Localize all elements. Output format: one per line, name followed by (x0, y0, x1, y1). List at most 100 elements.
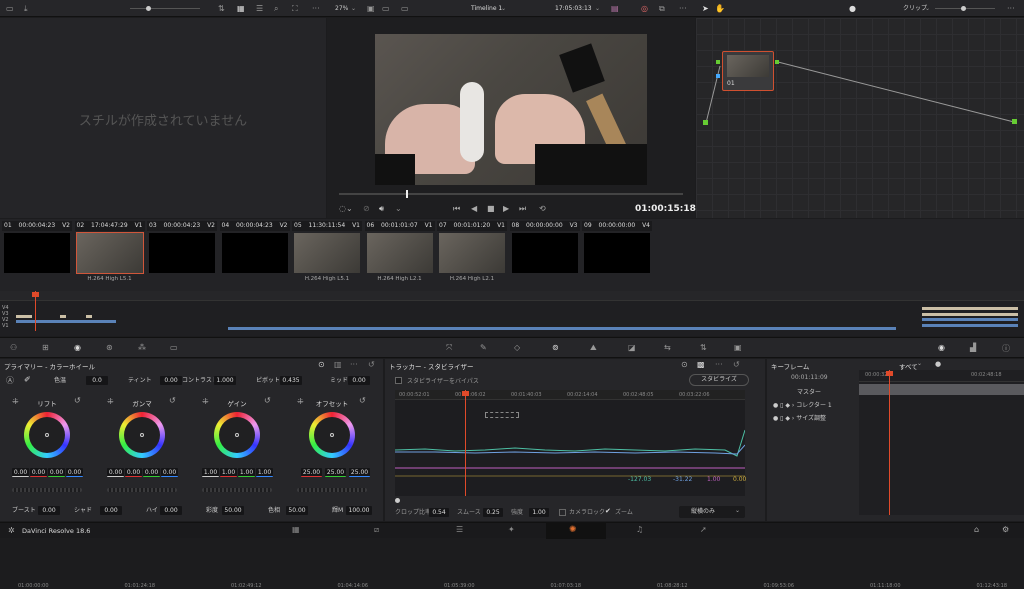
info-icon[interactable]: ⓘ (1002, 343, 1010, 354)
v1-clip[interactable] (228, 327, 896, 330)
zoom-select[interactable]: 27% (335, 0, 348, 17)
analyze-icon[interactable]: ⊙ (681, 360, 688, 369)
dot-icon[interactable]: ● (935, 360, 941, 368)
fairlight-page-icon[interactable]: ♫ (636, 525, 643, 534)
clip-thumbnail[interactable]: 07 00:01:01:20 V1 H.264 High L2.1 (437, 221, 507, 287)
fusion-page-icon[interactable]: ✦ (508, 525, 515, 534)
wheel-value[interactable]: 25.00 (301, 468, 322, 477)
bypass-checkbox[interactable] (395, 377, 402, 384)
timeline-select[interactable]: Timeline 1 (471, 0, 502, 17)
reset-icon[interactable]: ↺ (74, 396, 81, 405)
volume-icon[interactable]: 🔊︎ (379, 204, 384, 214)
param-field[interactable]: 0.00 (160, 376, 182, 385)
slider-handle[interactable] (961, 6, 966, 11)
wheel-value[interactable]: 1.00 (238, 468, 255, 477)
color-node-01[interactable]: 01 (722, 51, 774, 91)
color-wheel[interactable] (24, 412, 70, 458)
clip-thumbnail[interactable]: 08 00:00:00:00 V3 (509, 221, 580, 287)
hdr-icon[interactable]: ⊛ (106, 343, 113, 352)
param-field[interactable]: 1.000 (214, 376, 236, 385)
chevron-down-icon[interactable]: ⌄ (395, 204, 402, 213)
wheel-value[interactable]: 0.00 (48, 468, 65, 477)
layers-icon[interactable]: ⧉ (659, 0, 665, 17)
chevron-down-icon[interactable]: ⌄ (501, 0, 506, 17)
more-icon[interactable]: ··· (679, 0, 687, 17)
clip-thumbnail[interactable]: 02 17:04:47:29 V1 H.264 High L5.1 (74, 221, 145, 287)
param-field[interactable]: 0.00 (348, 376, 370, 385)
more-icon[interactable]: ··· (350, 360, 358, 369)
clip-thumbnail[interactable]: 06 00:01:01:07 V1 H.264 High L2.1 (364, 221, 435, 287)
search-icon[interactable]: ⌕ (274, 0, 278, 17)
master-track[interactable] (859, 384, 1024, 395)
bars-mode-icon[interactable]: ▥ (334, 360, 342, 369)
v4-clip[interactable] (922, 313, 1018, 316)
param-field[interactable]: 0.00 (160, 506, 182, 515)
master-wheel[interactable] (12, 488, 82, 492)
wheel-value[interactable]: 25.00 (325, 468, 346, 477)
param-field[interactable]: 50.00 (222, 506, 244, 515)
playhead-marker[interactable] (462, 391, 469, 396)
wheel-value[interactable]: 0.00 (143, 468, 160, 477)
scrubber[interactable] (339, 193, 683, 195)
download-icon[interactable]: ⤓ (24, 0, 28, 17)
camera-lock-checkbox[interactable] (559, 509, 566, 516)
more-icon[interactable]: ··· (1007, 0, 1015, 17)
scrubber-handle[interactable] (406, 190, 408, 198)
curves-icon[interactable]: ⤧ (446, 343, 452, 353)
wheel-value[interactable]: 0.00 (30, 468, 47, 477)
wheel-value[interactable]: 1.00 (202, 468, 219, 477)
magic-mask-icon[interactable]: ⛰ (590, 343, 597, 353)
more-icon[interactable]: ··· (312, 0, 320, 17)
grid-view-icon[interactable]: ▦ (237, 0, 245, 17)
param-field[interactable]: 0.00 (100, 506, 122, 515)
cut-page-icon[interactable]: ⧄ (374, 525, 379, 535)
stop-icon[interactable]: ■ (487, 204, 495, 213)
color-match-icon[interactable]: ⊞ (42, 343, 49, 352)
tracker-playhead[interactable] (465, 390, 466, 496)
media-page-icon[interactable]: ▦ (292, 525, 300, 534)
master-wheel[interactable] (297, 488, 367, 492)
slider-handle[interactable] (146, 6, 151, 11)
layout-icon[interactable]: ▣ (367, 0, 375, 17)
chevron-down-icon[interactable]: ⌄ (595, 0, 600, 17)
playhead-marker[interactable] (886, 371, 893, 376)
clip-thumbnail[interactable]: 01 00:00:04:23 V2 (2, 221, 72, 287)
chevron-down-icon[interactable]: ⌄ (351, 0, 356, 17)
picker-icon[interactable]: ✐ (24, 375, 31, 384)
param-field[interactable]: 0.00 (38, 506, 60, 515)
monitor-icon[interactable]: ▤ (611, 0, 619, 17)
rgb-mixer-icon[interactable]: ⁂ (138, 343, 146, 352)
node-output[interactable] (775, 60, 779, 64)
blur-icon[interactable]: ◪ (628, 343, 636, 352)
playhead[interactable] (35, 291, 36, 331)
strength-field[interactable]: 1.00 (529, 508, 549, 517)
keyframe-playhead[interactable] (889, 370, 890, 515)
chevron-down-icon[interactable]: ⌄ (917, 360, 922, 367)
pointer-icon[interactable]: ➤ (702, 0, 709, 17)
timeline-ruler[interactable] (0, 291, 1024, 301)
stabilizer-icon[interactable]: ▩ (697, 360, 705, 369)
chevron-down-icon[interactable]: ⌄ (925, 0, 930, 17)
wheel-value[interactable]: 1.00 (220, 468, 237, 477)
v2-clip[interactable] (86, 315, 92, 318)
dot-icon[interactable]: ● ▯ ◆ › (773, 402, 794, 409)
color-wheel[interactable] (119, 412, 165, 458)
master-wheel[interactable] (107, 488, 177, 492)
camera-raw-icon[interactable]: ⚇ (10, 343, 17, 352)
jog-icon[interactable]: ◌⌄ (339, 204, 353, 213)
clip-thumbnail[interactable]: 09 00:00:00:00 V4 (582, 221, 652, 287)
reset-icon[interactable]: ↺ (368, 360, 375, 369)
output-node[interactable] (1012, 119, 1017, 124)
wheel-value[interactable]: 0.00 (161, 468, 178, 477)
scopes-icon[interactable]: ▟ (970, 343, 976, 352)
clip-select[interactable]: クリップ (903, 0, 927, 17)
node-input[interactable] (716, 74, 720, 78)
3d-icon[interactable]: ▣ (734, 343, 742, 352)
node-input[interactable] (716, 60, 720, 64)
qualifier-icon[interactable]: ✎ (480, 343, 487, 352)
param-field[interactable]: 0.435 (280, 376, 302, 385)
v4-clip[interactable] (922, 307, 1018, 310)
wheel-value[interactable]: 0.00 (107, 468, 124, 477)
eye-icon[interactable]: ◉ (938, 343, 945, 352)
v3-clip[interactable] (922, 318, 1018, 321)
